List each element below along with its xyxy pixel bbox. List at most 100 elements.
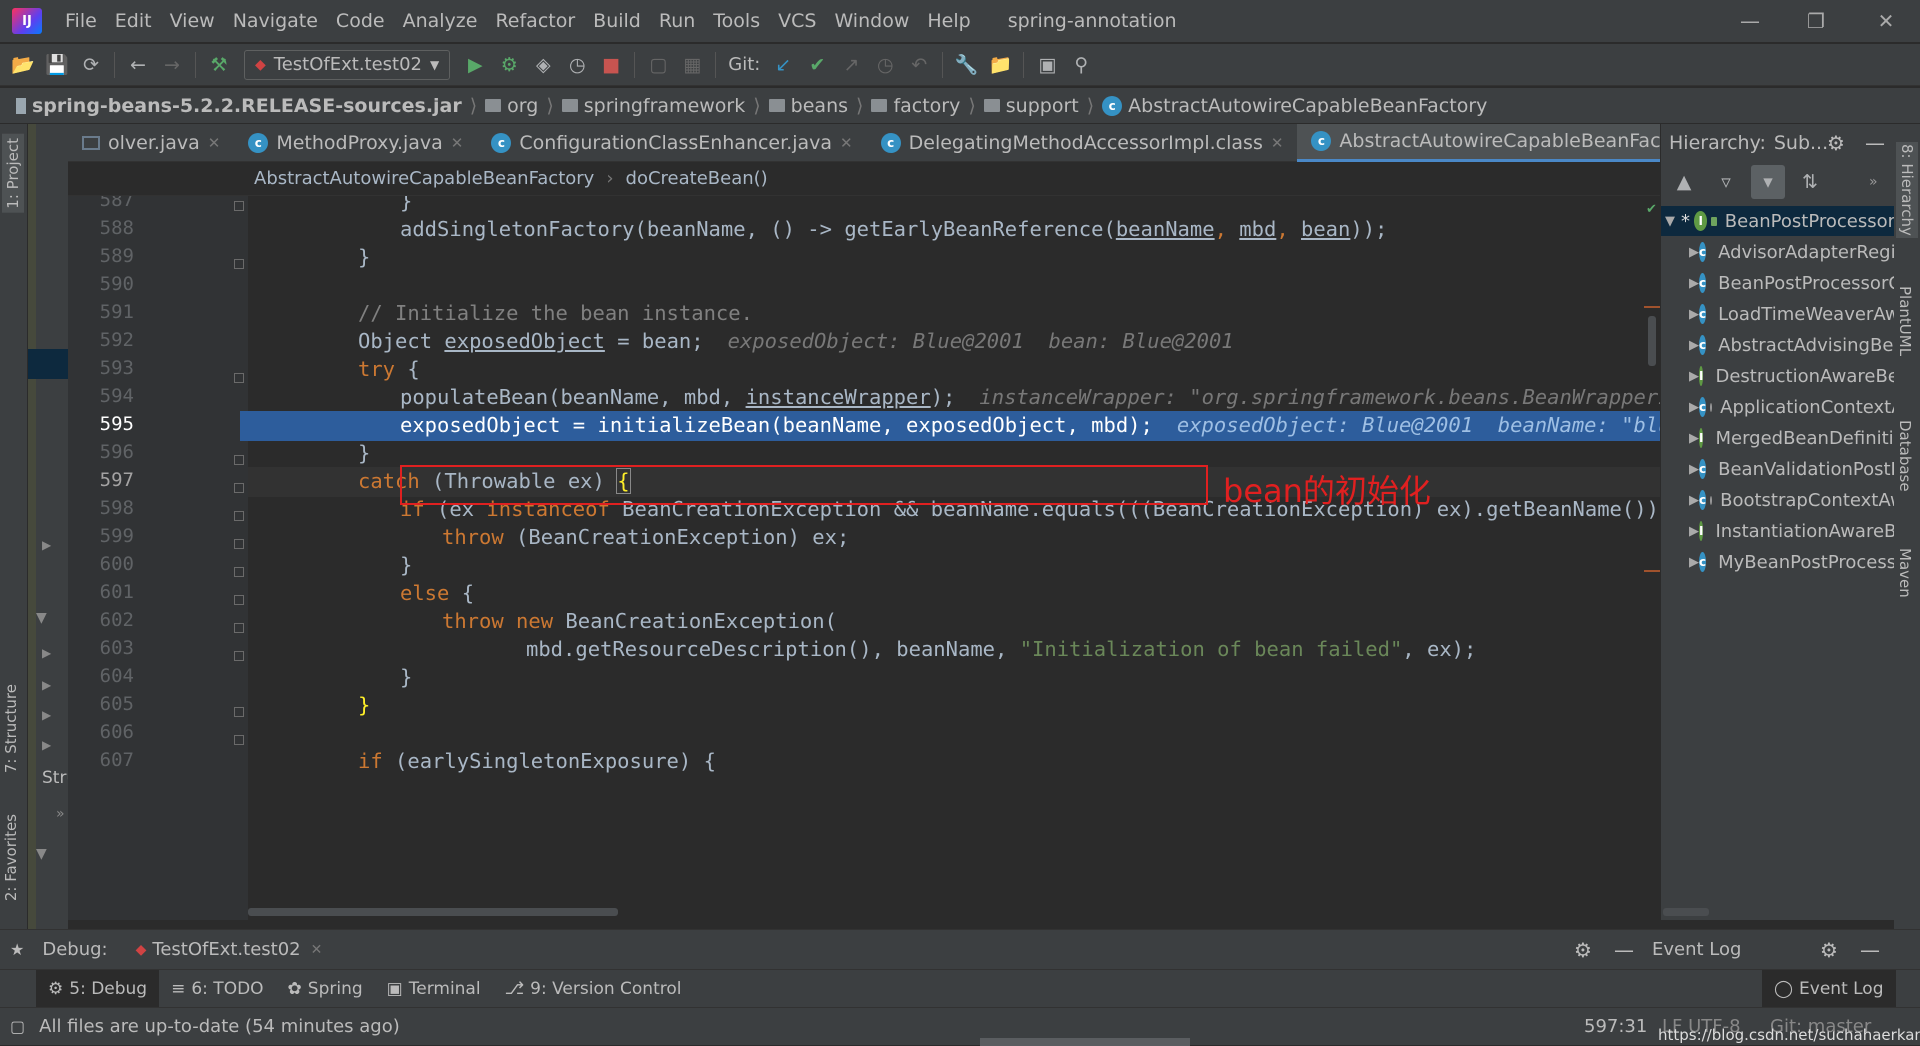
tab-configurationclassenhancer-java[interactable]: c ConfigurationClassEnhancer.java ✕ <box>477 124 866 162</box>
run-icon[interactable]: ▶ <box>458 48 492 82</box>
toolwindow-terminal[interactable]: ▣ Terminal <box>375 970 493 1008</box>
git-rollback-icon[interactable]: ↶ <box>902 48 936 82</box>
supertypes-icon[interactable]: ▿ <box>1709 165 1743 199</box>
settings-wrench-icon[interactable]: 🔧 <box>949 48 983 82</box>
back-icon[interactable]: ← <box>121 48 155 82</box>
expand-arrow-icon[interactable]: ▶ <box>42 678 51 692</box>
fold-marker[interactable] <box>234 201 244 211</box>
hierarchy-item[interactable]: ▶IMergedBeanDefinitionPostProcessor <box>1661 423 1895 453</box>
debug-bug-icon[interactable]: ⚙ <box>492 48 526 82</box>
sort-icon[interactable]: ⇅ <box>1793 165 1827 199</box>
gear-icon[interactable]: ⚙ <box>1827 131 1845 155</box>
collapse-arrow-icon[interactable]: ▼ <box>36 610 47 626</box>
hierarchy-item[interactable]: ▶ c MyBeanPostProcessor <box>1661 547 1895 577</box>
git-update-icon[interactable]: ↙ <box>766 48 800 82</box>
subtypes-icon[interactable]: ▾ <box>1751 165 1785 199</box>
tab-hierarchy[interactable]: 8: Hierarchy <box>1896 142 1918 238</box>
caret-position[interactable]: 597:31 <box>1584 1016 1647 1037</box>
run-configuration-select[interactable]: ◆ TestOfExt.test02 ▼ <box>244 49 451 80</box>
hierarchy-item[interactable]: ▶cApplicationContextAwareProcessor <box>1661 392 1895 422</box>
collapse-arrow-icon[interactable]: ▼ <box>1665 214 1677 229</box>
nav-crumb-support[interactable]: support <box>980 95 1083 117</box>
git-history-icon[interactable]: ◷ <box>868 48 902 82</box>
hierarchy-scope[interactable]: Sub... <box>1774 132 1828 154</box>
hierarchy-item[interactable]: ▶cBeanValidationPostProcessor <box>1661 454 1895 484</box>
collapse-arrow-icon[interactable]: ▼ <box>36 846 47 862</box>
sync-icon[interactable]: ⟳ <box>74 48 108 82</box>
git-commit-icon[interactable]: ✔ <box>800 48 834 82</box>
fold-marker[interactable] <box>234 483 244 493</box>
nav-crumb-jar[interactable]: spring-beans-5.2.2.RELEASE-sources.jar <box>12 95 466 117</box>
tab-delegatingmethodaccessorimpl-class[interactable]: c DelegatingMethodAccessorImpl.class ✕ <box>867 124 1298 162</box>
fold-marker[interactable] <box>234 259 244 269</box>
type-hierarchy-icon[interactable]: ▲ <box>1667 165 1701 199</box>
hierarchy-item[interactable]: ▶cAbstractAdvisingBeanPostProcessor <box>1661 330 1895 360</box>
hide-icon[interactable]: — <box>1860 938 1880 962</box>
close-tab-icon[interactable]: ✕ <box>451 134 464 152</box>
fold-marker[interactable] <box>234 707 244 717</box>
hierarchy-item[interactable]: ▶cAdvisorAdapterRegistrationManager <box>1661 237 1895 267</box>
toolwindow-event-log[interactable]: ◯ Event Log <box>1762 969 1896 1008</box>
tab-database[interactable]: Database <box>1896 420 1914 492</box>
expand-arrow-icon[interactable]: ▶ <box>42 646 51 660</box>
save-icon[interactable]: 💾 <box>40 48 74 82</box>
hierarchy-item[interactable]: ▶IDestructionAwareBeanPostProcessor <box>1661 361 1895 391</box>
menu-view[interactable]: View <box>161 10 224 32</box>
hierarchy-scrollbar-thumb[interactable] <box>1663 908 1709 916</box>
fold-marker[interactable] <box>234 455 244 465</box>
fold-marker[interactable] <box>234 373 244 383</box>
restore-icon[interactable]: ❐ <box>1786 0 1846 42</box>
toolwindow-spring[interactable]: ✿ Spring <box>276 970 375 1008</box>
error-stripe[interactable]: ✔ <box>1644 196 1660 920</box>
tab-structure[interactable]: 7: Structure <box>2 684 20 773</box>
tab-resolver-java[interactable]: olver.java ✕ <box>68 124 234 162</box>
nav-crumb-springframework[interactable]: springframework <box>558 95 749 117</box>
build-hammer-icon[interactable]: ⚒ <box>202 48 236 82</box>
status-message[interactable]: All files are up-to-date (54 minutes ago… <box>39 1016 400 1037</box>
close-icon[interactable]: ✕ <box>1856 0 1916 42</box>
fold-marker[interactable] <box>234 735 244 745</box>
hierarchy-item[interactable]: ▶cLoadTimeWeaverAwareProcessor <box>1661 299 1895 329</box>
nav-crumb-org[interactable]: org <box>481 95 542 117</box>
menu-refactor[interactable]: Refactor <box>486 10 584 32</box>
menu-file[interactable]: File <box>56 10 106 32</box>
open-folder-icon[interactable]: 📂 <box>6 48 40 82</box>
menu-navigate[interactable]: Navigate <box>224 10 327 32</box>
profile-icon[interactable]: ◷ <box>560 48 594 82</box>
minimize-icon[interactable]: — <box>1720 0 1780 42</box>
fold-marker[interactable] <box>234 511 244 521</box>
search-icon[interactable]: ⚲ <box>1064 48 1098 82</box>
coverage-icon[interactable]: ◈ <box>526 48 560 82</box>
tab-methodproxy-java[interactable]: c MethodProxy.java ✕ <box>234 124 477 162</box>
nav-crumb-factory[interactable]: factory <box>867 95 964 117</box>
project-structure-icon[interactable]: 📁 <box>983 48 1017 82</box>
expand-arrow-icon[interactable]: ▶ <box>42 708 51 722</box>
git-push-icon[interactable]: ↗ <box>834 48 868 82</box>
fold-marker[interactable] <box>234 539 244 549</box>
close-tab-icon[interactable]: ✕ <box>208 134 221 152</box>
hide-icon[interactable]: — <box>1614 938 1634 962</box>
forward-icon[interactable]: → <box>155 48 189 82</box>
more-icon[interactable]: » <box>56 806 65 822</box>
menu-help[interactable]: Help <box>918 10 979 32</box>
vertical-scrollbar-thumb[interactable] <box>1648 316 1656 366</box>
tab-plantuml[interactable]: PlantUML <box>1896 286 1914 356</box>
terminal-window-icon[interactable]: ▣ <box>1030 48 1064 82</box>
toolwindow-todo[interactable]: ≡ 6: TODO <box>159 970 275 1008</box>
tab-favorites[interactable]: 2: Favorites <box>2 814 20 901</box>
tab-project[interactable]: 1: Project <box>2 134 24 213</box>
hierarchy-item-root[interactable]: ▼ * I BeanPostProcessor <box>1661 206 1895 236</box>
fold-marker[interactable] <box>234 623 244 633</box>
breadcrumb-class[interactable]: AbstractAutowireCapableBeanFactory <box>254 168 594 189</box>
stop-icon[interactable]: ■ <box>594 48 628 82</box>
attach-icon[interactable]: ▢ <box>641 48 675 82</box>
fold-marker[interactable] <box>234 595 244 605</box>
menu-window[interactable]: Window <box>825 10 918 32</box>
menu-run[interactable]: Run <box>650 10 704 32</box>
close-tab-icon[interactable]: ✕ <box>1271 134 1284 152</box>
toolwindow-version-control[interactable]: ⎇ 9: Version Control <box>493 970 694 1008</box>
menu-tools[interactable]: Tools <box>704 10 769 32</box>
gear-icon[interactable]: ⚙ <box>1574 938 1592 962</box>
layout-icon[interactable]: ▦ <box>675 48 709 82</box>
menu-code[interactable]: Code <box>327 10 394 32</box>
